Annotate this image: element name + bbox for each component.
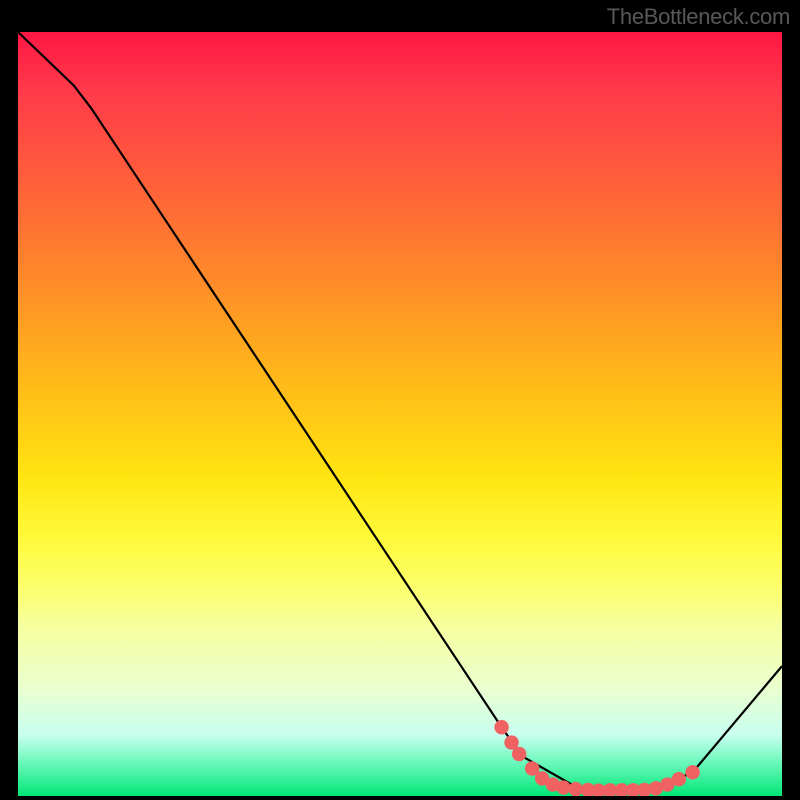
chart-marker: [556, 780, 570, 794]
attribution-text: TheBottleneck.com: [607, 4, 790, 30]
chart-plot-area: [16, 30, 784, 798]
chart-marker: [569, 782, 583, 796]
chart-marker: [685, 765, 699, 779]
chart-marker: [494, 720, 508, 734]
chart-overlay: [18, 32, 782, 796]
chart-line: [18, 32, 782, 791]
chart-marker: [512, 747, 526, 761]
chart-marker: [672, 772, 686, 786]
